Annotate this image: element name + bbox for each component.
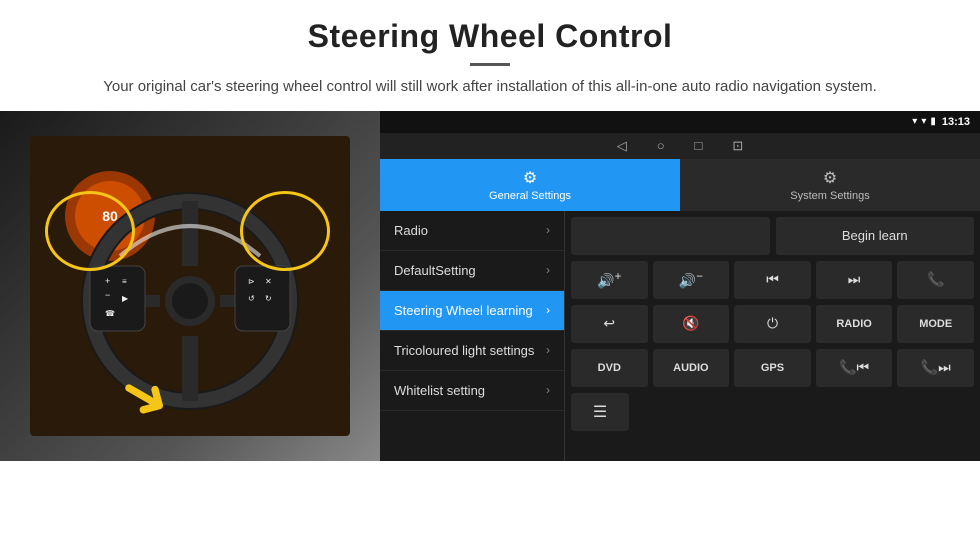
tab-bar: ⚙ General Settings ⚙ System Settings [380, 159, 980, 211]
call-button[interactable]: 📞 [897, 261, 974, 299]
android-ui: ▾ ▾ ▮ 13:13 ◁ ○ □ ⊡ ⚙ General Settings ⚙… [380, 111, 980, 461]
back-button[interactable]: ↩ [571, 305, 648, 343]
vol-up-icon: 🔊+ [597, 270, 621, 290]
begin-learn-button[interactable]: Begin learn [776, 217, 975, 255]
bottom-section: 80 + − ☎ ≡ ▶ ⊳ [0, 111, 980, 461]
top-section: Steering Wheel Control Your original car… [0, 0, 980, 111]
menu-item-radio-label: Radio [394, 223, 428, 238]
call-next-button[interactable]: 📞⏭ [897, 349, 974, 387]
home-nav-icon[interactable]: ○ [657, 138, 665, 153]
tricoloured-chevron-icon: › [546, 343, 550, 357]
svg-text:☎: ☎ [105, 309, 115, 318]
blank-box [571, 217, 770, 255]
vol-down-button[interactable]: 🔊− [653, 261, 730, 299]
mute-icon: 🔇 [682, 315, 699, 332]
svg-text:⊳: ⊳ [248, 277, 255, 286]
svg-text:✕: ✕ [265, 277, 272, 286]
last-row-buttons: ☰ [571, 393, 974, 431]
content-area: Radio › DefaultSetting › Steering Wheel … [380, 211, 980, 461]
menu-item-default[interactable]: DefaultSetting › [380, 251, 564, 291]
begin-learn-row: Begin learn [571, 217, 974, 255]
tab-system-settings-label: System Settings [790, 190, 869, 202]
menu-nav-icon[interactable]: ⊡ [732, 138, 743, 154]
power-button[interactable]: ⏻ [734, 305, 811, 343]
radio-button-label: RADIO [836, 318, 871, 330]
tab-system-settings[interactable]: ⚙ System Settings [680, 159, 980, 211]
whitelist-chevron-icon: › [546, 383, 550, 397]
menu-lines-icon: ☰ [593, 402, 607, 422]
call-prev-icon: 📞⏮ [839, 359, 869, 376]
control-buttons-row2: ↩ 🔇 ⏻ RADIO MODE [571, 305, 974, 343]
mode-button-label: MODE [919, 318, 952, 330]
battery-icon: ▮ [930, 116, 936, 127]
dvd-button[interactable]: DVD [571, 349, 648, 387]
right-highlight-circle [240, 191, 330, 271]
next-button[interactable]: ⏭ [816, 261, 893, 299]
menu-item-tricoloured[interactable]: Tricoloured light settings › [380, 331, 564, 371]
power-icon: ⏻ [767, 315, 778, 332]
audio-label: AUDIO [673, 362, 708, 374]
prev-button[interactable]: ⏮ [734, 261, 811, 299]
menu-item-whitelist-label: Whitelist setting [394, 383, 485, 398]
status-time: 13:13 [942, 116, 970, 128]
call-next-icon: 📞⏭ [921, 359, 951, 376]
steering-wheel-background: 80 + − ☎ ≡ ▶ ⊳ [0, 111, 380, 461]
radio-button[interactable]: RADIO [816, 305, 893, 343]
menu-item-radio[interactable]: Radio › [380, 211, 564, 251]
prev-icon: ⏮ [766, 271, 779, 288]
menu-item-default-label: DefaultSetting [394, 263, 476, 278]
back-nav-icon[interactable]: ◁ [617, 138, 627, 154]
control-buttons-row1: 🔊+ 🔊− ⏮ ⏭ 📞 [571, 261, 974, 299]
general-settings-icon: ⚙ [523, 168, 537, 188]
vol-down-icon: 🔊− [679, 270, 703, 290]
svg-text:↻: ↻ [265, 294, 272, 303]
steering-wheel-svg: 80 + − ☎ ≡ ▶ ⊳ [30, 136, 350, 436]
default-chevron-icon: › [546, 263, 550, 277]
recents-nav-icon[interactable]: □ [695, 138, 703, 153]
right-panel: Begin learn 🔊+ 🔊− ⏮ ⏭ [565, 211, 980, 461]
svg-text:≡: ≡ [122, 277, 127, 286]
radio-chevron-icon: › [546, 223, 550, 237]
svg-text:↺: ↺ [248, 294, 255, 303]
tab-general-settings-label: General Settings [489, 190, 571, 202]
system-settings-icon: ⚙ [823, 168, 837, 188]
mode-button[interactable]: MODE [897, 305, 974, 343]
subtitle: Your original car's steering wheel contr… [20, 76, 960, 99]
title-divider [470, 63, 510, 66]
call-prev-button[interactable]: 📞⏮ [816, 349, 893, 387]
svg-text:−: − [105, 290, 110, 300]
page-title: Steering Wheel Control [20, 18, 960, 55]
tab-general-settings[interactable]: ⚙ General Settings [380, 159, 680, 211]
menu-item-whitelist[interactable]: Whitelist setting › [380, 371, 564, 411]
steering-chevron-icon: › [546, 303, 550, 317]
wifi-icon: ▾ [912, 116, 917, 127]
back-icon: ↩ [603, 315, 615, 332]
gps-button[interactable]: GPS [734, 349, 811, 387]
menu-item-steering[interactable]: Steering Wheel learning › [380, 291, 564, 331]
menu-icon-button[interactable]: ☰ [571, 393, 629, 431]
menu-item-steering-label: Steering Wheel learning [394, 303, 533, 318]
gps-label: GPS [761, 362, 784, 374]
status-icons: ▾ ▾ ▮ [912, 116, 936, 127]
next-icon: ⏭ [848, 271, 861, 288]
control-buttons-row3: DVD AUDIO GPS 📞⏮ 📞⏭ [571, 349, 974, 387]
svg-text:▶: ▶ [122, 294, 129, 303]
menu-item-tricoloured-label: Tricoloured light settings [394, 343, 534, 358]
mute-button[interactable]: 🔇 [653, 305, 730, 343]
vol-up-button[interactable]: 🔊+ [571, 261, 648, 299]
left-menu: Radio › DefaultSetting › Steering Wheel … [380, 211, 565, 461]
dvd-label: DVD [598, 362, 621, 374]
svg-text:+: + [105, 276, 110, 286]
call-icon: 📞 [927, 271, 944, 288]
car-image-area: 80 + − ☎ ≡ ▶ ⊳ [0, 111, 380, 461]
audio-button[interactable]: AUDIO [653, 349, 730, 387]
signal-icon: ▾ [921, 116, 926, 127]
status-bar: ▾ ▾ ▮ 13:13 [380, 111, 980, 133]
left-highlight-circle [45, 191, 135, 271]
nav-bar: ◁ ○ □ ⊡ [380, 133, 980, 159]
